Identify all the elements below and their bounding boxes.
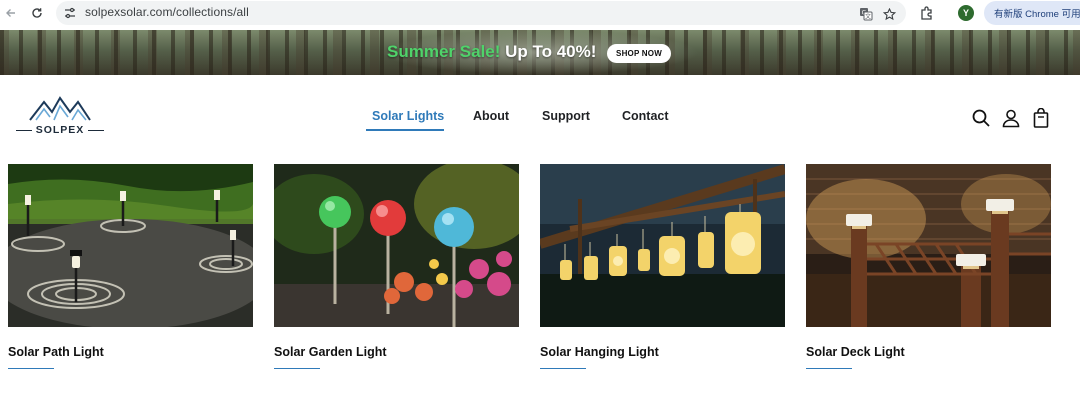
product-title-deck-light[interactable]: Solar Deck Light [806, 345, 905, 359]
product-title-rule [540, 368, 586, 369]
address-bar[interactable]: solpexsolar.com/collections/all G文 [56, 1, 906, 25]
product-title-garden-light[interactable]: Solar Garden Light [274, 345, 387, 359]
site-header [0, 75, 1080, 145]
url-text[interactable]: solpexsolar.com/collections/all [85, 5, 249, 19]
back-arrow-icon[interactable] [2, 4, 20, 22]
promo-banner: Summer Sale! Up To 40%! SHOP NOW [0, 30, 1080, 75]
product-image-garden-light[interactable] [274, 164, 519, 327]
nav-contact[interactable]: Contact [622, 109, 669, 123]
logo-text: SOLPEX [35, 124, 85, 136]
product-image-hanging-light[interactable] [540, 164, 785, 327]
promo-text: Summer Sale! Up To 40%! [387, 42, 596, 62]
reload-icon[interactable] [28, 4, 46, 22]
logo-wordmark: SOLPEX [16, 124, 104, 136]
solpex-logo[interactable]: SOLPEX [16, 96, 104, 140]
cart-icon[interactable] [1031, 108, 1051, 128]
mountain-logo-icon [29, 96, 91, 121]
nav-active-underline [366, 129, 444, 131]
chrome-update-button[interactable]: 有新版 Chrome 可用 [984, 1, 1080, 25]
logo-rule-right [88, 129, 104, 131]
product-title-path-light[interactable]: Solar Path Light [8, 345, 104, 359]
nav-support[interactable]: Support [542, 109, 590, 123]
product-title-hanging-light[interactable]: Solar Hanging Light [540, 345, 659, 359]
product-image-deck-light[interactable] [806, 164, 1051, 327]
translate-icon[interactable]: G文 [858, 6, 874, 22]
promo-highlight: Summer Sale! [387, 42, 501, 61]
logo-rule-left [16, 129, 32, 131]
browser-toolbar: solpexsolar.com/collections/all G文 Y 有新版… [0, 0, 1080, 26]
svg-text:文: 文 [865, 13, 871, 21]
site-settings-icon[interactable] [63, 6, 77, 20]
product-title-rule [806, 368, 852, 369]
profile-avatar[interactable]: Y [958, 5, 974, 21]
product-title-rule [8, 368, 54, 369]
extensions-icon[interactable] [918, 4, 936, 22]
nav-solar-lights[interactable]: Solar Lights [372, 109, 444, 123]
promo-rest: Up To 40%! [500, 42, 597, 61]
nav-about[interactable]: About [473, 109, 509, 123]
product-image-path-light[interactable] [8, 164, 253, 327]
bookmark-star-icon[interactable] [881, 6, 897, 22]
product-title-rule [274, 368, 320, 369]
account-icon[interactable] [1001, 108, 1021, 128]
shop-now-button[interactable]: SHOP NOW [607, 44, 671, 63]
search-icon[interactable] [971, 108, 991, 128]
